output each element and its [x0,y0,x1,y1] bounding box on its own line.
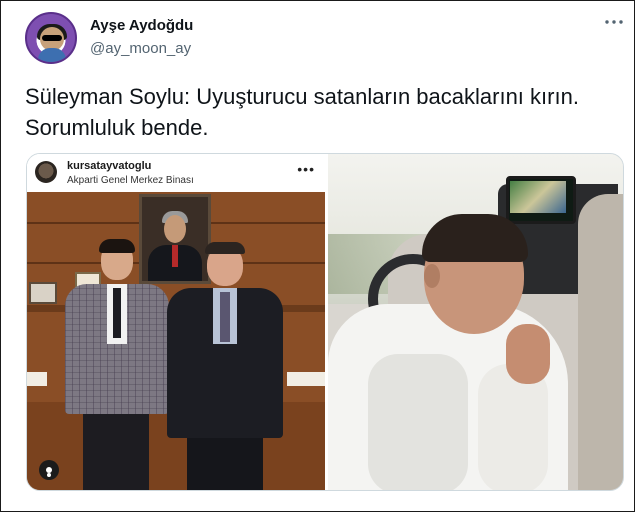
more-options-icon[interactable] [602,13,626,31]
author-handle[interactable]: @ay_moon_ay [90,40,191,57]
instagram-post-header: kursatayvatoglu Akparti Genel Merkez Bin… [27,154,325,192]
person-checked-suit [61,239,171,490]
navigation-map [510,181,566,213]
shirt-shadow [368,354,468,490]
trousers [83,414,149,490]
media-image-right[interactable] [328,154,623,490]
man-hair [422,214,528,262]
desk-paper [27,372,47,386]
car-seat [578,194,623,490]
hair [205,242,245,254]
instagram-avatar [35,161,57,183]
man-hand [506,324,550,384]
grey-tie [220,292,230,342]
more-horizontal-icon [605,20,623,24]
tweet-card: Ayşe Aydoğdu @ay_moon_ay Süleyman Soylu:… [0,0,635,512]
instagram-username: kursatayvatoglu [67,160,152,172]
trousers [187,438,263,490]
avatar-sunglasses [42,35,62,41]
small-photo-frame [29,282,57,304]
hair [99,239,135,253]
person-dark-suit [165,242,285,490]
portrait-face [164,215,186,243]
black-tie [113,288,121,338]
author-display-name[interactable]: Ayşe Aydoğdu [90,17,193,34]
office-photo [27,192,325,490]
more-dots-icon: ••• [297,161,315,177]
media-image-left[interactable]: kursatayvatoglu Akparti Genel Merkez Bin… [27,154,325,490]
desk-paper [287,372,325,386]
author-avatar[interactable] [25,12,77,64]
man-arm [478,364,548,490]
avatar-shirt [38,48,66,62]
man-ear [424,264,440,288]
tweet-media[interactable]: kursatayvatoglu Akparti Genel Merkez Bin… [26,153,624,491]
instagram-location: Akparti Genel Merkez Binası [67,175,194,186]
tweet-text: Süleyman Soylu: Uyuşturucu satanların ba… [25,84,579,140]
user-tag-icon[interactable] [39,460,59,480]
